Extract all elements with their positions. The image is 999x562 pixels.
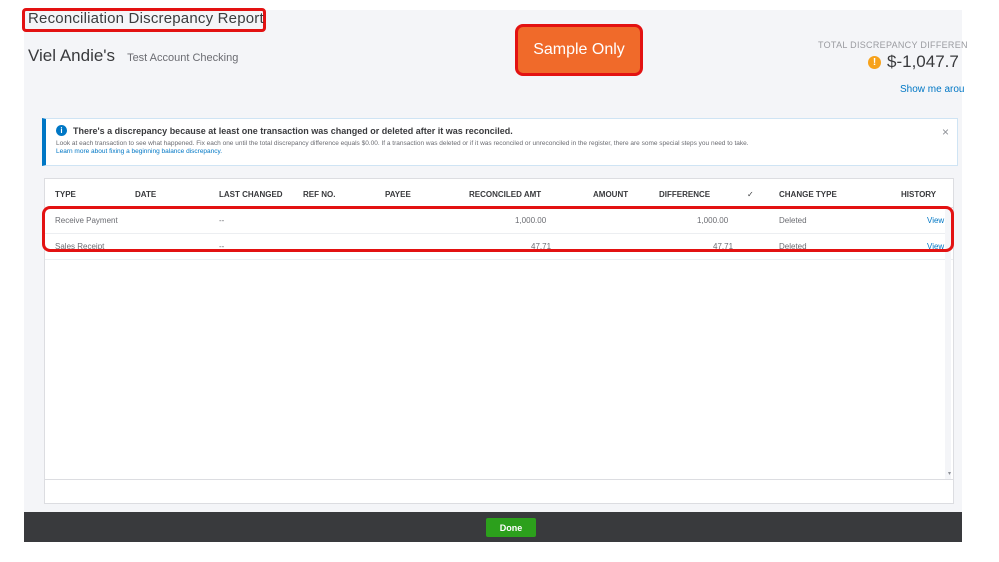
notice-body: Look at each transaction to see what hap… (56, 140, 749, 147)
col-payee[interactable]: PAYEE (385, 190, 411, 199)
notice-header: i There's a discrepancy because at least… (56, 125, 947, 136)
account-type: Test Account Checking (127, 52, 239, 64)
learn-more-link[interactable]: Learn more about fixing a beginning bala… (56, 148, 947, 155)
col-ref-no[interactable]: REF NO. (303, 190, 335, 199)
total-discrepancy: ! $-1,047.7 (868, 52, 959, 72)
discrepancy-notice: i There's a discrepancy because at least… (42, 118, 958, 166)
col-date[interactable]: DATE (135, 190, 156, 199)
col-change-type[interactable]: CHANGE TYPE (779, 190, 837, 199)
col-reconciled-amt[interactable]: RECONCILED AMT (469, 190, 541, 199)
rows-highlight-box (42, 206, 954, 252)
account-row: Viel Andie's Test Account Checking (28, 46, 238, 66)
report-title: Reconciliation Discrepancy Report (28, 10, 264, 27)
notice-headline: There's a discrepancy because at least o… (73, 125, 513, 136)
show-me-link[interactable]: Show me arou (900, 84, 964, 95)
col-amount[interactable]: AMOUNT (593, 190, 628, 199)
table-header: TYPE DATE LAST CHANGED REF NO. PAYEE REC… (45, 179, 953, 208)
col-difference[interactable]: DIFFERENCE (659, 190, 710, 199)
total-discrepancy-value: $-1,047.7 (887, 52, 959, 71)
account-name: Viel Andie's (28, 46, 116, 65)
warning-icon: ! (868, 55, 881, 69)
table-footer-strip (44, 480, 954, 504)
done-button[interactable]: Done (486, 518, 536, 537)
close-icon[interactable]: × (942, 125, 949, 139)
total-discrepancy-label: TOTAL DISCREPANCY DIFFEREN (818, 40, 968, 50)
col-last-changed[interactable]: LAST CHANGED (219, 190, 283, 199)
col-check[interactable]: ✓ (747, 190, 754, 199)
sample-only-badge: Sample Only (515, 24, 643, 76)
info-icon: i (56, 125, 67, 136)
col-type[interactable]: TYPE (55, 190, 76, 199)
scroll-down-icon[interactable]: ▾ (948, 470, 951, 477)
col-history[interactable]: HISTORY (901, 190, 936, 199)
footer-bar: Done (24, 512, 962, 542)
